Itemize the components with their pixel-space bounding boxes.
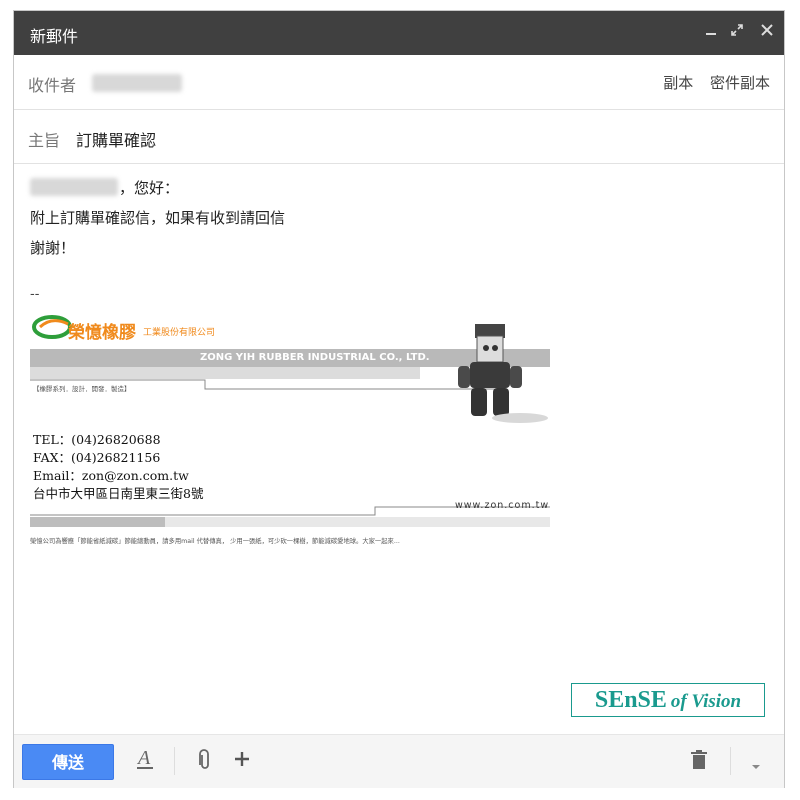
compose-toolbar: 傳送 A	[14, 734, 784, 788]
company-name-cn-suffix: 工業股份有限公司	[143, 328, 216, 338]
compose-title: 新郵件	[30, 27, 79, 46]
minimize-icon[interactable]	[700, 21, 722, 43]
compose-titlebar[interactable]: 新郵件	[14, 11, 784, 55]
recipient-blurred[interactable]	[92, 74, 182, 92]
signature-separator: --	[30, 287, 40, 302]
watermark-big: SEnSE	[594, 687, 667, 713]
signature-email: Email：zon@zon.com.tw	[33, 468, 189, 483]
signature-address: 台中市大甲區日南里東三街8號	[33, 486, 204, 501]
company-tagline: 【橡膠系列．設計．開發．製造】	[33, 385, 131, 393]
bcc-link[interactable]: 密件副本	[710, 74, 770, 92]
close-icon[interactable]	[756, 21, 778, 43]
company-name-en: ZONG YIH RUBBER INDUSTRIAL CO., LTD.	[200, 352, 430, 363]
body-line-2: 附上訂購單確認信，如果有收到請回信	[30, 209, 286, 227]
cc-link[interactable]: 副本	[663, 74, 693, 92]
paperclip-icon[interactable]	[198, 749, 212, 776]
toolbar-separator	[174, 747, 175, 775]
plus-icon[interactable]	[234, 749, 250, 774]
signature-fax: FAX：(04)26821156	[33, 450, 161, 465]
chevron-down-icon[interactable]	[750, 755, 762, 776]
greeting-name-blurred	[30, 178, 118, 196]
compose-window: 新郵件 收件者 副本 密件副本 主旨 訂購單確認 ，您好： 附上訂購單確認信，如…	[13, 10, 785, 788]
recipients-row[interactable]: 收件者 副本 密件副本	[14, 56, 784, 110]
subject-row[interactable]: 主旨 訂購單確認	[14, 110, 784, 164]
subject-label: 主旨	[28, 131, 61, 150]
message-body[interactable]: ，您好： 附上訂購單確認信，如果有收到請回信 謝謝！ -- 榮憶橡膠 工業股份有…	[14, 164, 784, 734]
company-website[interactable]: www.zon.com.tw	[455, 500, 549, 511]
text-format-icon[interactable]: A	[136, 746, 154, 775]
trash-icon[interactable]	[690, 749, 708, 776]
email-signature: 榮憶橡膠 工業股份有限公司 ZONG YIH RUBBER INDUSTRIAL…	[30, 314, 550, 559]
cc-bcc-links: 副本 密件副本	[651, 72, 770, 93]
send-button[interactable]: 傳送	[22, 744, 114, 780]
company-name-cn: 榮憶橡膠	[68, 323, 136, 343]
to-label: 收件者	[28, 76, 77, 95]
toolbar-separator-right	[730, 747, 731, 775]
signature-footer: 榮憶公司為響應「節能省紙減碳」節能總動員，請多用mail 代替傳真， 少用一張紙…	[30, 538, 400, 545]
expand-icon[interactable]	[726, 21, 748, 43]
body-line-3: 謝謝！	[30, 239, 76, 257]
signature-tel: TEL：(04)26820688	[33, 432, 161, 447]
svg-text:A: A	[136, 747, 151, 769]
sense-of-vision-watermark: SEnSE of Vision	[571, 683, 765, 717]
greeting-text: ，您好：	[119, 179, 180, 197]
robot-mascot-icon	[458, 324, 548, 423]
watermark-small: of Vision	[670, 691, 742, 712]
subject-input[interactable]: 訂購單確認	[76, 127, 156, 151]
